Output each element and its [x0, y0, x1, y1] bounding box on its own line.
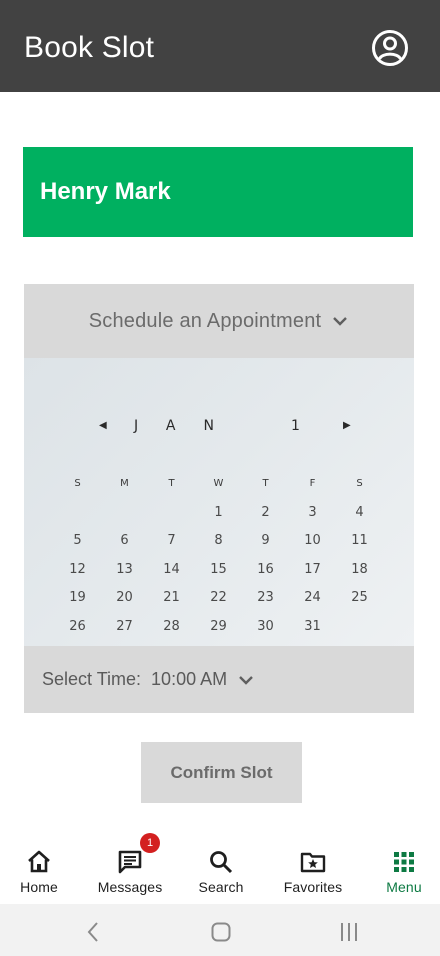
nav-home[interactable]: Home — [0, 836, 84, 904]
calendar-prev-icon[interactable]: ◀ — [99, 414, 107, 438]
search-icon — [210, 851, 233, 874]
calendar-weekday: M — [120, 478, 129, 489]
home-icon — [28, 850, 50, 873]
chevron-down-icon — [239, 675, 253, 685]
recent-apps-icon[interactable] — [337, 920, 361, 944]
calendar-date[interactable]: 29 — [195, 613, 242, 642]
calendar-weekday: S — [356, 478, 363, 489]
app-header: Book Slot — [0, 0, 440, 92]
page-title: Book Slot — [24, 31, 155, 64]
time-select-dropdown[interactable]: Select Time: 10:00 AM — [24, 646, 414, 713]
calendar-date[interactable]: 10 — [289, 527, 336, 556]
nav-search[interactable]: Search — [176, 836, 266, 904]
grid-menu-icon — [394, 852, 414, 872]
profile-button[interactable] — [370, 28, 410, 68]
calendar-date[interactable]: 30 — [242, 613, 289, 642]
customer-name: Henry Mark — [40, 178, 171, 205]
calendar-date[interactable]: 13 — [101, 556, 148, 585]
calendar-date[interactable]: 25 — [336, 584, 383, 613]
calendar-date[interactable]: 9 — [242, 527, 289, 556]
calendar-date[interactable]: 6 — [101, 527, 148, 556]
calendar-date[interactable]: 17 — [289, 556, 336, 585]
nav-favorites-label: Favorites — [283, 879, 343, 895]
calendar-date[interactable]: 23 — [242, 584, 289, 613]
home-circle-icon[interactable] — [209, 920, 233, 944]
folder-star-icon — [300, 852, 326, 873]
calendar-weekday: T — [262, 478, 269, 489]
calendar-date[interactable]: 28 — [148, 613, 195, 642]
calendar-date[interactable]: 15 — [195, 556, 242, 585]
calendar-date[interactable]: 27 — [101, 613, 148, 642]
calendar-nav: ◀ JAN 1 ▶ — [24, 414, 414, 438]
calendar-date[interactable]: 24 — [289, 584, 336, 613]
calendar-weekday: S — [74, 478, 81, 489]
time-value: 10:00 AM — [151, 669, 228, 689]
system-nav-bar — [0, 904, 440, 956]
bottom-nav: Home 1 Messages Search Favorites Menu — [0, 833, 440, 904]
messages-badge: 1 — [140, 833, 160, 853]
nav-menu-label: Menu — [386, 879, 422, 895]
account-circle-icon — [372, 30, 408, 66]
back-icon[interactable] — [82, 920, 106, 944]
calendar-date[interactable]: 20 — [101, 584, 148, 613]
time-label: Select Time: — [42, 669, 142, 689]
calendar-date[interactable]: 16 — [242, 556, 289, 585]
calendar-weekday: T — [168, 478, 175, 489]
calendar-grid: S M T W T F S 1 2 3 4 5 6 7 8 9 10 11 12 13 14 15 16 17 18 19 20 21… — [54, 470, 404, 641]
book-slot-screen: Book Slot Henry Mark Schedule an Appoint… — [0, 0, 440, 956]
calendar-date[interactable]: 1 — [195, 499, 242, 528]
calendar-empty-cell — [101, 499, 148, 528]
calendar-next-icon[interactable]: ▶ — [343, 414, 351, 438]
nav-search-label: Search — [198, 879, 244, 895]
calendar-empty-cell — [148, 499, 195, 528]
calendar-date[interactable]: 31 — [289, 613, 336, 642]
calendar-date[interactable]: 3 — [289, 499, 336, 528]
calendar-empty-cell — [336, 613, 383, 642]
calendar-date[interactable]: 22 — [195, 584, 242, 613]
calendar-empty-cell — [54, 499, 101, 528]
nav-messages[interactable]: 1 Messages — [85, 833, 175, 904]
calendar-date[interactable]: 5 — [54, 527, 101, 556]
calendar-date[interactable]: 4 — [336, 499, 383, 528]
calendar-date[interactable]: 2 — [242, 499, 289, 528]
calendar-weekday: W — [213, 478, 224, 489]
calendar-date[interactable]: 7 — [148, 527, 195, 556]
calendar-date[interactable]: 19 — [54, 584, 101, 613]
nav-menu[interactable]: Menu — [359, 836, 440, 904]
calendar-date[interactable]: 14 — [148, 556, 195, 585]
calendar-date[interactable]: 26 — [54, 613, 101, 642]
calendar-date[interactable]: 21 — [148, 584, 195, 613]
appointment-panel: Schedule an Appointment ◀ JAN 1 ▶ S M T W T F… — [24, 284, 414, 713]
nav-favorites[interactable]: Favorites — [268, 836, 358, 904]
confirm-slot-button[interactable]: Confirm Slot — [141, 742, 302, 803]
calendar-month: JAN — [134, 418, 242, 434]
customer-card: Henry Mark — [23, 147, 413, 237]
chevron-down-icon — [333, 317, 348, 326]
schedule-appointment-label: Schedule an Appointment — [88, 309, 322, 332]
nav-home-label: Home — [20, 879, 58, 895]
schedule-appointment-dropdown[interactable]: Schedule an Appointment — [24, 284, 414, 358]
calendar-date[interactable]: 8 — [195, 527, 242, 556]
calendar-image: ◀ JAN 1 ▶ S M T W T F S 1 2 3 4 5 6 7 8 9 10 11 12 13 14 15 16… — [24, 358, 414, 646]
message-icon — [118, 850, 142, 874]
calendar-date[interactable]: 18 — [336, 556, 383, 585]
calendar-weekday: F — [309, 478, 316, 489]
calendar-date[interactable]: 12 — [54, 556, 101, 585]
nav-messages-label: Messages — [97, 879, 163, 895]
calendar-day: 1 — [291, 418, 300, 434]
calendar-date[interactable]: 11 — [336, 527, 383, 556]
